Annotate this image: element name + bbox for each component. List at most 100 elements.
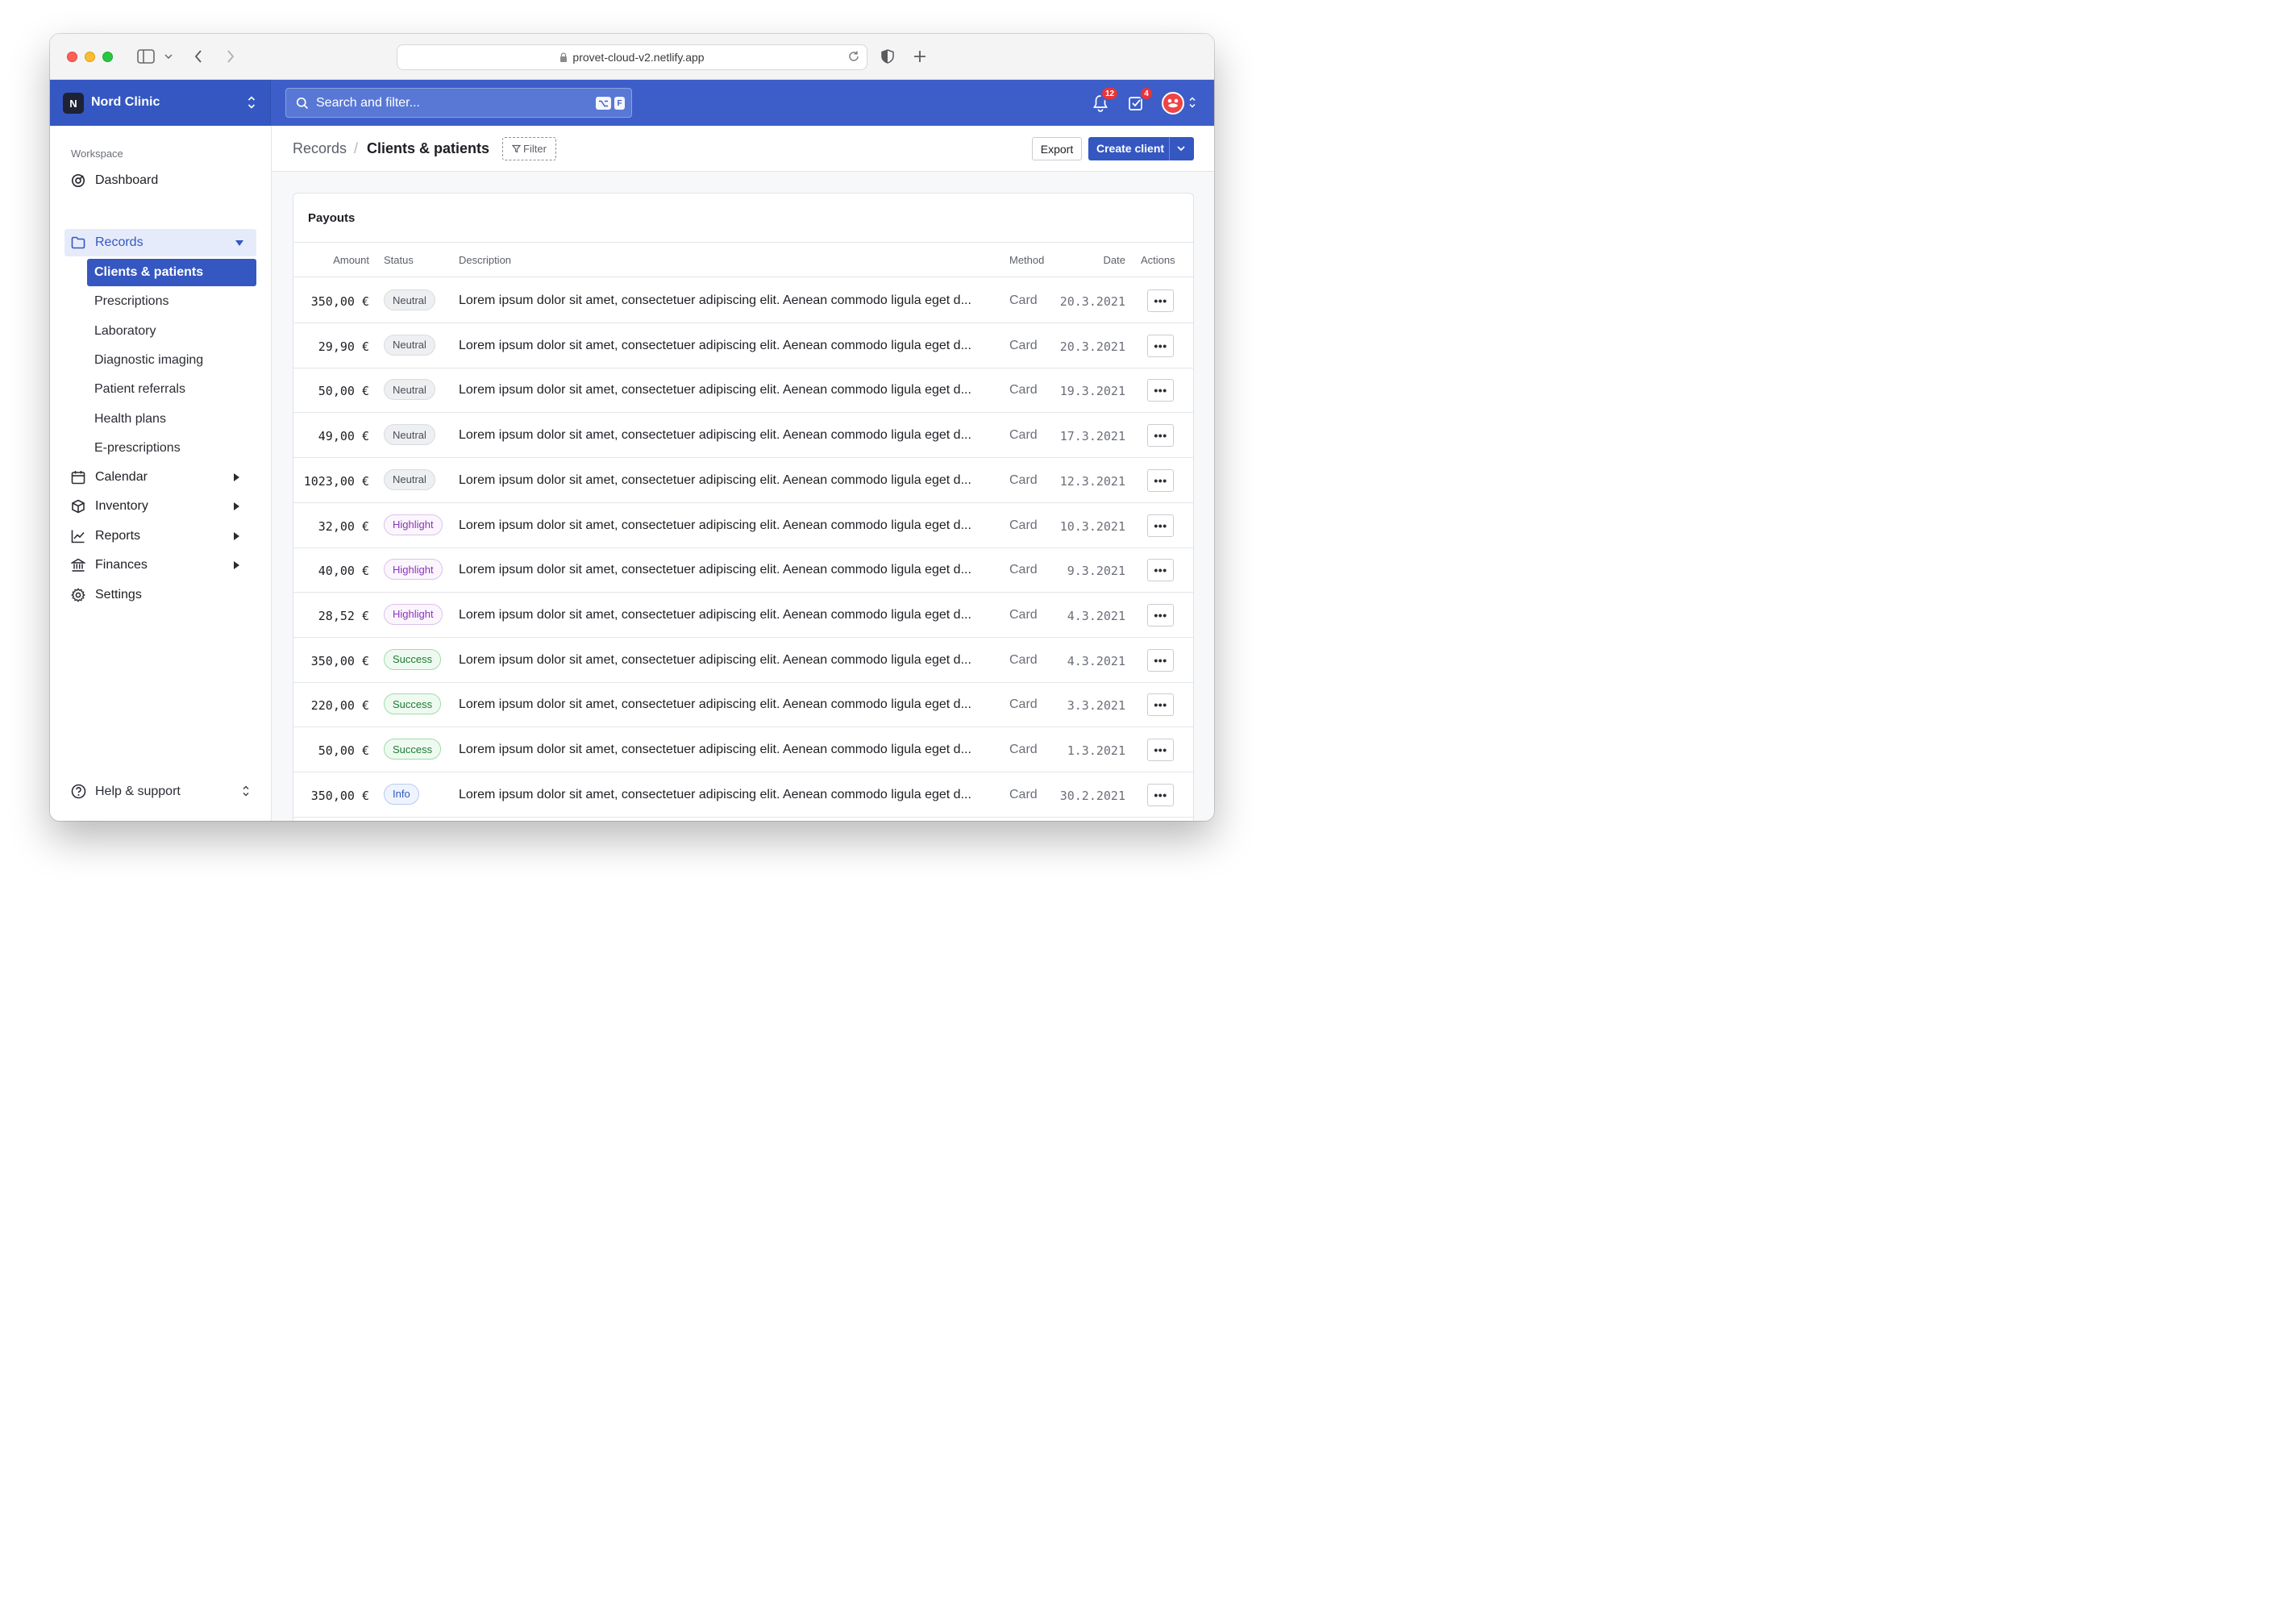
reload-icon[interactable] xyxy=(847,50,860,65)
column-header-amount[interactable]: Amount xyxy=(333,254,369,266)
export-button[interactable]: Export xyxy=(1032,137,1082,160)
sidebar-item-settings[interactable]: Settings xyxy=(64,581,256,609)
minimize-window-button[interactable] xyxy=(85,52,95,62)
shield-icon[interactable] xyxy=(880,47,895,66)
description-cell: Lorem ipsum dolor sit amet, consectetuer… xyxy=(459,518,971,532)
table-row[interactable]: 29,90 € Neutral Lorem ipsum dolor sit amet… xyxy=(293,323,1193,368)
amount-cell: 28,52 € xyxy=(318,608,369,623)
payouts-card: Payouts Amount Status Description Method… xyxy=(293,193,1194,821)
status-badge: Highlight xyxy=(384,559,443,581)
table-row[interactable]: 28,52 € Highlight Lorem ipsum dolor sit am… xyxy=(293,593,1193,638)
date-cell: 17.3.2021 xyxy=(1059,429,1125,444)
back-arrow-icon[interactable] xyxy=(192,47,205,66)
status-badge: Highlight xyxy=(384,514,443,535)
table-row[interactable]: 350,00 € Success Lorem ipsum dolor sit ame… xyxy=(293,638,1193,683)
sidebar-subitem-clients-patients[interactable]: Clients & patients xyxy=(87,259,256,286)
breadcrumb-records[interactable]: Records xyxy=(293,140,347,157)
chevron-up-down-icon[interactable] xyxy=(1188,96,1196,113)
table-row[interactable]: 350,00 € Neutral Lorem ipsum dolor sit ame… xyxy=(293,278,1193,323)
sidebar-item-label: Dashboard xyxy=(95,173,159,187)
sidebar-item-calendar[interactable]: Calendar xyxy=(64,464,256,491)
method-cell: Card xyxy=(1009,697,1038,712)
row-actions-button[interactable]: ••• xyxy=(1147,648,1174,672)
page-header: Records / Clients & patients Filter Expo… xyxy=(272,126,1214,172)
forward-arrow-icon[interactable] xyxy=(224,47,237,66)
status-badge: Success xyxy=(384,648,442,670)
new-tab-icon[interactable] xyxy=(912,47,928,66)
status-badge: Neutral xyxy=(384,379,435,401)
sidebar-item-label: Records xyxy=(95,235,144,249)
sidebar-subitem-prescriptions[interactable]: Prescriptions xyxy=(87,288,256,315)
sidebar-item-label: Reports xyxy=(95,529,141,543)
row-actions-button[interactable]: ••• xyxy=(1147,559,1174,582)
sidebar-subitem-diagnostic-imaging[interactable]: Diagnostic imaging xyxy=(87,347,256,374)
table-row[interactable]: 50,00 € Success Lorem ipsum dolor sit amet… xyxy=(293,727,1193,772)
date-cell: 12.3.2021 xyxy=(1059,473,1125,489)
address-bar[interactable]: provet-cloud-v2.netlify.app xyxy=(397,44,867,70)
sidebar-item-inventory[interactable]: Inventory xyxy=(64,493,256,520)
row-actions-button[interactable]: ••• xyxy=(1147,514,1174,537)
method-cell: Card xyxy=(1009,338,1038,352)
row-actions-button[interactable]: ••• xyxy=(1147,693,1174,717)
caret-right-icon xyxy=(234,561,239,569)
user-avatar[interactable] xyxy=(1162,92,1184,114)
column-header-date[interactable]: Date xyxy=(1104,254,1125,266)
sidebar-subitem-e-prescriptions[interactable]: E-prescriptions xyxy=(87,435,256,462)
row-actions-button[interactable]: ••• xyxy=(1147,468,1174,492)
date-cell: 3.3.2021 xyxy=(1067,698,1125,714)
filter-button[interactable]: Filter xyxy=(502,137,556,160)
sidebar-subitem-laboratory[interactable]: Laboratory xyxy=(87,318,256,345)
clinic-switcher[interactable]: N Nord Clinic xyxy=(50,80,271,126)
sidebar-item-label: Settings xyxy=(95,588,142,602)
status-badge: Neutral xyxy=(384,424,435,446)
date-cell: 30.2.2021 xyxy=(1059,788,1125,803)
row-actions-button[interactable]: ••• xyxy=(1147,379,1174,402)
column-header-description[interactable]: Description xyxy=(459,254,511,266)
browser-window: provet-cloud-v2.netlify.app N Nord Clini… xyxy=(50,34,1214,821)
sidebar-subitem-health-plans[interactable]: Health plans xyxy=(87,406,256,433)
sidebar-item-reports[interactable]: Reports xyxy=(64,522,256,550)
description-cell: Lorem ipsum dolor sit amet, consectetuer… xyxy=(459,383,971,398)
row-actions-button[interactable]: ••• xyxy=(1147,424,1174,448)
column-header-method[interactable]: Method xyxy=(1009,254,1044,266)
sidebar-item-finances[interactable]: Finances xyxy=(64,552,256,579)
row-actions-button[interactable]: ••• xyxy=(1147,603,1174,626)
sidebar: Workspace Dashboard Records Clients & pa… xyxy=(50,126,272,821)
app-header: N Nord Clinic Search and filter... F 12 … xyxy=(50,80,1214,126)
sidebar-item-dashboard[interactable]: Dashboard xyxy=(64,167,256,194)
maximize-window-button[interactable] xyxy=(102,52,113,62)
table-row[interactable]: 50,00 € Neutral Lorem ipsum dolor sit amet… xyxy=(293,368,1193,414)
row-actions-button[interactable]: ••• xyxy=(1147,739,1174,761)
lock-icon xyxy=(560,52,568,62)
description-cell: Lorem ipsum dolor sit amet, consectetuer… xyxy=(459,652,971,667)
create-client-button[interactable]: Create client xyxy=(1088,137,1194,160)
filter-label: Filter xyxy=(523,143,547,155)
table-row[interactable]: 40,00 € Highlight Lorem ipsum dolor sit am… xyxy=(293,547,1193,593)
help-support-menu[interactable]: Help & support xyxy=(71,782,256,801)
sidebar-toggle-icon[interactable] xyxy=(136,47,156,66)
table-row[interactable]: 32,00 € Highlight Lorem ipsum dolor sit am… xyxy=(293,503,1193,548)
table-row[interactable]: 350,00 € Info Lorem ipsum dolor sit amet, … xyxy=(293,772,1193,818)
search-input[interactable]: Search and filter... F xyxy=(285,88,632,118)
close-window-button[interactable] xyxy=(67,52,77,62)
table-row[interactable]: 49,00 € Neutral Lorem ipsum dolor sit amet… xyxy=(293,413,1193,459)
description-cell: Lorem ipsum dolor sit amet, consectetuer… xyxy=(459,472,971,487)
column-header-status[interactable]: Status xyxy=(384,254,414,266)
table-row[interactable]: 1023,00 € Neutral Lorem ipsum dolor sit am… xyxy=(293,458,1193,503)
gear-icon xyxy=(71,588,85,602)
sidebar-item-records[interactable]: Records xyxy=(64,229,256,256)
bank-icon xyxy=(69,558,87,572)
row-actions-button[interactable]: ••• xyxy=(1147,334,1174,357)
sidebar-item-label: Finances xyxy=(95,558,148,572)
table-row[interactable]: 220,00 € Success Lorem ipsum dolor sit ame… xyxy=(293,682,1193,728)
chevron-down-icon[interactable] xyxy=(163,47,174,66)
dashboard-icon xyxy=(71,173,85,188)
column-header-actions: Actions xyxy=(1141,254,1175,266)
row-actions-button[interactable]: ••• xyxy=(1147,783,1174,806)
amount-cell: 350,00 € xyxy=(310,653,369,668)
sidebar-subitem-patient-referrals[interactable]: Patient referrals xyxy=(87,376,256,403)
shortcut-key: F xyxy=(614,97,625,110)
description-cell: Lorem ipsum dolor sit amet, consectetuer… xyxy=(459,563,971,577)
chevron-down-icon[interactable] xyxy=(1175,143,1187,156)
row-actions-button[interactable]: ••• xyxy=(1147,289,1174,312)
